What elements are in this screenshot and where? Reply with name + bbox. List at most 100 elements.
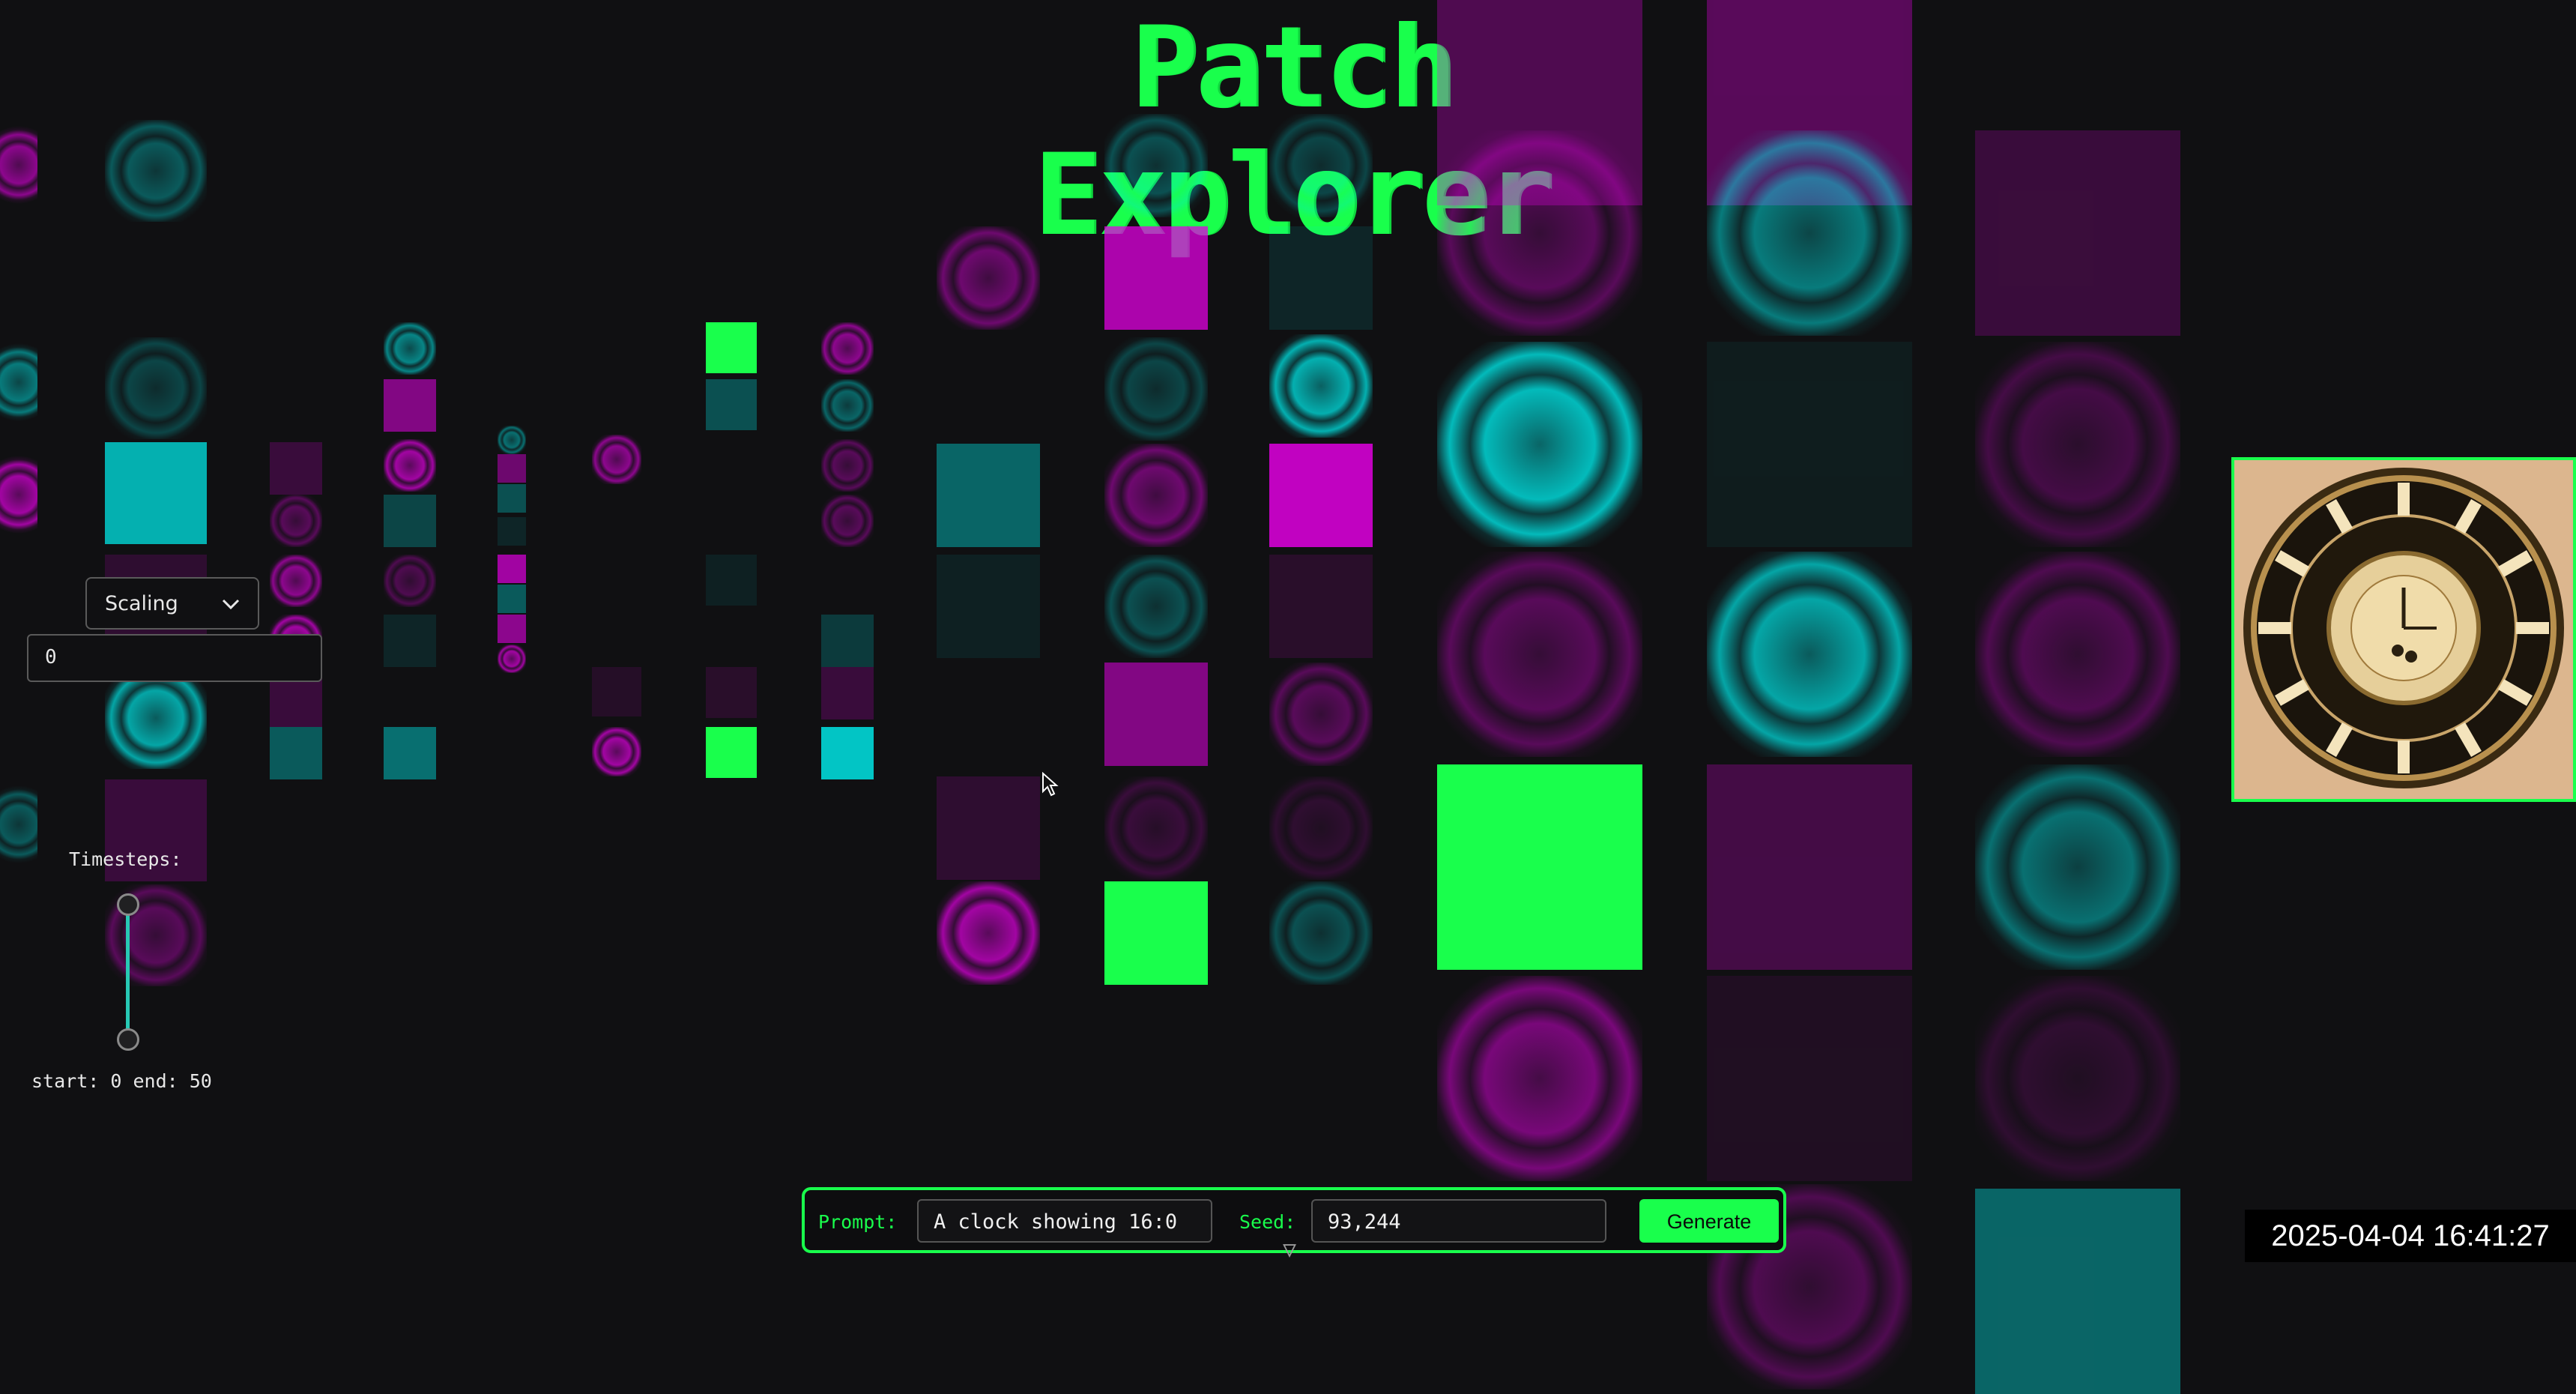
patch-tile[interactable] (1269, 776, 1373, 880)
patch-tile[interactable] (706, 667, 757, 718)
timesteps-label: Timesteps: (69, 848, 182, 870)
patch-tile[interactable] (498, 517, 526, 546)
timesteps-end-handle[interactable] (117, 1028, 139, 1051)
patch-tile[interactable] (821, 495, 874, 547)
patch-tile[interactable] (498, 426, 526, 454)
scaling-dropdown[interactable]: Scaling (85, 577, 259, 630)
patch-tile[interactable] (105, 442, 207, 544)
patch-tile[interactable] (270, 442, 322, 495)
patch-tile[interactable] (384, 439, 436, 492)
patch-tile[interactable] (1104, 444, 1208, 547)
patch-tile[interactable] (1975, 976, 2180, 1181)
timesteps-range-text: start: 0 end: 50 (31, 1070, 212, 1092)
patch-tile[interactable] (706, 727, 757, 778)
patch-tile[interactable] (821, 379, 874, 432)
patch-tile[interactable] (1707, 130, 1912, 336)
patch-tile[interactable] (105, 120, 207, 222)
patch-tile[interactable] (1269, 881, 1373, 985)
timestamp-overlay: 2025-04-04 16:41:27 (2245, 1210, 2576, 1262)
patch-tile[interactable] (1269, 555, 1373, 658)
patch-tile[interactable] (384, 555, 436, 607)
timesteps-start-handle[interactable] (117, 893, 139, 916)
patch-tile[interactable] (1269, 114, 1373, 217)
patch-tile[interactable] (937, 776, 1040, 880)
patch-tile[interactable] (1437, 552, 1642, 757)
patch-tile[interactable] (592, 667, 641, 716)
generate-button[interactable]: Generate (1639, 1199, 1779, 1243)
patch-tile[interactable] (1437, 976, 1642, 1181)
patch-tile[interactable] (1104, 337, 1208, 441)
patch-tile[interactable] (821, 439, 874, 492)
patch-tile[interactable] (821, 322, 874, 375)
patch-tile[interactable] (1707, 342, 1912, 547)
patch-tile[interactable] (270, 727, 322, 779)
patch-tile[interactable] (821, 727, 874, 779)
patch-tile[interactable] (1269, 663, 1373, 766)
patch-tile[interactable] (270, 555, 322, 607)
scaling-value-input[interactable]: 0 (27, 634, 322, 682)
patch-tile[interactable] (498, 454, 526, 483)
mouse-cursor-icon (1042, 772, 1059, 797)
patch-tile[interactable] (937, 555, 1040, 658)
patch-tile[interactable] (937, 881, 1040, 985)
patch-tile[interactable] (1104, 663, 1208, 766)
patch-tile[interactable] (0, 779, 37, 869)
patch-tile[interactable] (498, 555, 526, 583)
patch-tile[interactable] (1975, 764, 2180, 970)
patch-tile[interactable] (1707, 764, 1912, 970)
patch-tile[interactable] (937, 444, 1040, 547)
patch-tile[interactable] (1104, 555, 1208, 658)
collapse-caret-icon[interactable]: ▽ (1283, 1237, 1296, 1263)
patch-tile[interactable] (1975, 1189, 2180, 1394)
patch-tile[interactable] (1437, 130, 1642, 336)
patch-tile[interactable] (384, 727, 436, 779)
patch-tile[interactable] (1269, 226, 1373, 330)
patch-tile[interactable] (592, 727, 641, 776)
patch-tile[interactable] (0, 450, 37, 540)
patch-tile[interactable] (1975, 130, 2180, 336)
patch-tile[interactable] (1104, 776, 1208, 880)
patch-tile[interactable] (498, 484, 526, 513)
patch-tile[interactable] (1975, 342, 2180, 547)
patch-tile[interactable] (0, 120, 37, 210)
patch-tile[interactable] (706, 322, 757, 373)
patch-tile[interactable] (105, 337, 207, 439)
patch-tile[interactable] (706, 555, 757, 606)
patch-tile[interactable] (384, 379, 436, 432)
patch-tile[interactable] (0, 337, 37, 427)
patch-tile[interactable] (498, 615, 526, 643)
patch-tile[interactable] (1104, 881, 1208, 985)
patch-tile[interactable] (270, 675, 322, 727)
output-image[interactable] (2231, 457, 2576, 802)
patch-tile[interactable] (384, 615, 436, 667)
patch-tile[interactable] (1437, 764, 1642, 970)
prompt-input[interactable]: A clock showing 16:0 (917, 1199, 1212, 1243)
patch-tile[interactable] (498, 585, 526, 613)
chevron-down-icon (222, 599, 240, 610)
patch-tile[interactable] (384, 322, 436, 375)
patch-tile[interactable] (1104, 114, 1208, 217)
seed-label: Seed: (1239, 1211, 1296, 1233)
patch-tile[interactable] (1437, 342, 1642, 547)
timesteps-slider-track[interactable] (126, 905, 130, 1039)
patch-tile[interactable] (498, 645, 526, 673)
patch-tile[interactable] (1269, 444, 1373, 547)
patch-tile[interactable] (270, 495, 322, 547)
patch-tile[interactable] (105, 667, 207, 769)
seed-input[interactable]: 93,244 (1311, 1199, 1606, 1243)
patch-tile[interactable] (384, 495, 436, 547)
patch-tile[interactable] (1707, 976, 1912, 1181)
patch-tile[interactable] (821, 615, 874, 667)
patch-tile[interactable] (1269, 334, 1373, 438)
patch-explorer-app: Patch Explorer Scaling 0 Timesteps: s (0, 0, 2576, 1394)
patch-tile[interactable] (821, 667, 874, 719)
scaling-dropdown-label: Scaling (105, 592, 178, 615)
patch-tile[interactable] (1104, 226, 1208, 330)
clock-numeral-mark (2398, 740, 2410, 773)
clock-numeral-mark (2516, 622, 2549, 634)
patch-tile[interactable] (937, 226, 1040, 330)
patch-tile[interactable] (1975, 552, 2180, 757)
patch-tile[interactable] (1707, 552, 1912, 757)
patch-tile[interactable] (706, 379, 757, 430)
patch-tile[interactable] (592, 435, 641, 484)
